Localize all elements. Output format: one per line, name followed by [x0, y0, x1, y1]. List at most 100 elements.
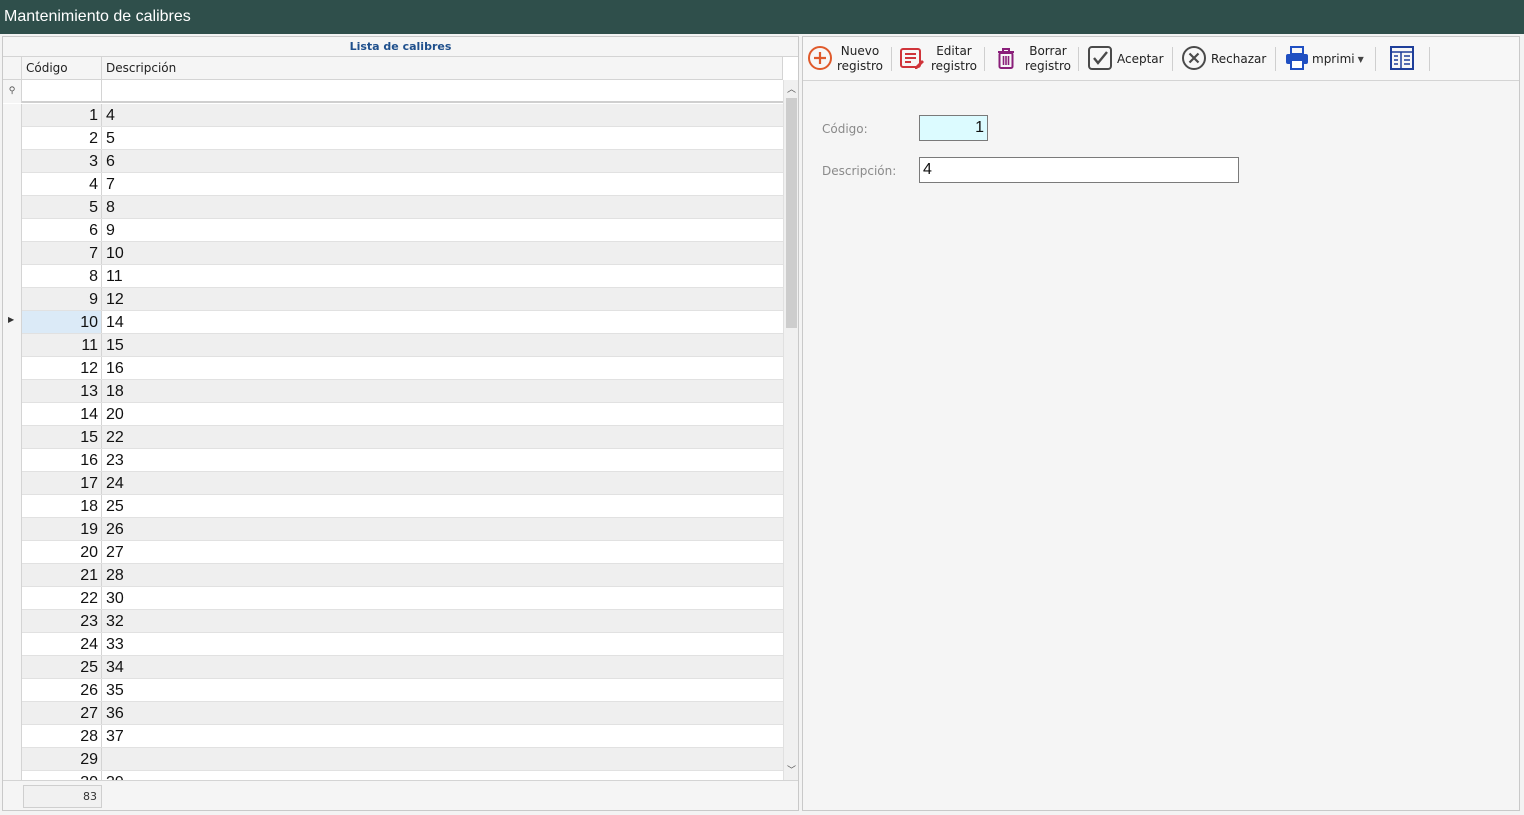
- cell-description[interactable]: 12: [106, 288, 124, 311]
- edit-record-button[interactable]: Editar registro: [899, 41, 979, 77]
- cell-code[interactable]: 9: [22, 288, 102, 310]
- table-row[interactable]: 26 35: [22, 679, 783, 702]
- cell-description[interactable]: 36: [106, 702, 124, 725]
- filter-cell-code[interactable]: [22, 80, 102, 103]
- cell-description[interactable]: 27: [106, 541, 124, 564]
- table-row[interactable]: 11 15: [22, 334, 783, 357]
- table-row[interactable]: 47: [22, 173, 783, 196]
- cell-description[interactable]: 37: [106, 725, 124, 748]
- cell-code[interactable]: 18: [22, 495, 102, 517]
- cell-code[interactable]: 14: [22, 403, 102, 425]
- cell-description[interactable]: 7: [106, 173, 115, 196]
- table-row[interactable]: 36: [22, 150, 783, 173]
- cell-description[interactable]: 11: [106, 265, 123, 288]
- cell-description[interactable]: 35: [106, 679, 124, 702]
- cell-code[interactable]: 28: [22, 725, 102, 747]
- cell-code[interactable]: 5: [22, 196, 102, 218]
- table-row[interactable]: 58: [22, 196, 783, 219]
- delete-record-button[interactable]: Borrar registro: [993, 41, 1073, 77]
- table-row[interactable]: 27 36: [22, 702, 783, 725]
- scroll-down-icon[interactable]: ﹀: [784, 764, 798, 779]
- table-row[interactable]: 19 26: [22, 518, 783, 541]
- table-row[interactable]: 7 10: [22, 242, 783, 265]
- cell-code[interactable]: 16: [22, 449, 102, 471]
- cell-description[interactable]: 16: [106, 357, 124, 380]
- cell-description[interactable]: 4: [106, 104, 115, 127]
- table-row[interactable]: 22 30: [22, 587, 783, 610]
- filter-cell-description[interactable]: [102, 80, 783, 103]
- reject-button[interactable]: Rechazar: [1181, 41, 1271, 77]
- table-row[interactable]: 10 14: [22, 311, 783, 334]
- cell-code[interactable]: 27: [22, 702, 102, 724]
- scroll-up-icon[interactable]: ︿: [784, 83, 798, 98]
- cell-code[interactable]: 30: [22, 771, 102, 780]
- cell-code[interactable]: 1: [22, 104, 102, 126]
- cell-code[interactable]: 26: [22, 679, 102, 701]
- cell-description[interactable]: 8: [106, 196, 115, 219]
- cell-description[interactable]: 33: [106, 633, 124, 656]
- column-header-code[interactable]: Código: [22, 57, 102, 80]
- table-row[interactable]: 30 39: [22, 771, 783, 780]
- table-row[interactable]: 25 34: [22, 656, 783, 679]
- cell-code[interactable]: 7: [22, 242, 102, 264]
- cell-description[interactable]: 30: [106, 587, 124, 610]
- description-field[interactable]: 4: [919, 157, 1239, 183]
- cell-code[interactable]: 24: [22, 633, 102, 655]
- cell-code[interactable]: 25: [22, 656, 102, 678]
- table-row[interactable]: 18 25: [22, 495, 783, 518]
- cell-code[interactable]: 22: [22, 587, 102, 609]
- cell-description[interactable]: 25: [106, 495, 124, 518]
- column-header-description[interactable]: Descripción: [102, 57, 783, 80]
- cell-description[interactable]: 28: [106, 564, 124, 587]
- cell-code[interactable]: 13: [22, 380, 102, 402]
- cell-description[interactable]: 39: [106, 771, 124, 780]
- new-record-button[interactable]: Nuevo registro: [807, 41, 887, 77]
- table-row[interactable]: 12 16: [22, 357, 783, 380]
- cell-code[interactable]: 19: [22, 518, 102, 540]
- table-row[interactable]: 13 18: [22, 380, 783, 403]
- cell-code[interactable]: 8: [22, 265, 102, 287]
- table-row[interactable]: 15 22: [22, 426, 783, 449]
- filter-pin-icon[interactable]: ⚲: [3, 80, 22, 103]
- cell-code[interactable]: 2: [22, 127, 102, 149]
- cell-description[interactable]: 32: [106, 610, 124, 633]
- cell-code[interactable]: 15: [22, 426, 102, 448]
- table-row[interactable]: 9 12: [22, 288, 783, 311]
- cell-description[interactable]: 9: [106, 219, 115, 242]
- scrollbar-thumb[interactable]: [786, 98, 797, 328]
- accept-button[interactable]: Aceptar: [1087, 41, 1167, 77]
- cell-code[interactable]: 20: [22, 541, 102, 563]
- cell-code[interactable]: 23: [22, 610, 102, 632]
- table-row[interactable]: 21 28: [22, 564, 783, 587]
- vertical-scrollbar[interactable]: ︿ ﹀: [783, 80, 798, 780]
- cell-code[interactable]: 3: [22, 150, 102, 172]
- table-row[interactable]: 14: [22, 104, 783, 127]
- layout-button[interactable]: [1389, 41, 1419, 77]
- table-row[interactable]: 28 37: [22, 725, 783, 748]
- code-field[interactable]: 1: [919, 115, 988, 141]
- cell-code[interactable]: 11: [22, 334, 102, 356]
- cell-code[interactable]: 17: [22, 472, 102, 494]
- cell-description[interactable]: 15: [106, 334, 124, 357]
- cell-description[interactable]: 6: [106, 150, 115, 173]
- cell-description[interactable]: 5: [106, 127, 115, 150]
- cell-description[interactable]: 26: [106, 518, 124, 541]
- cell-description[interactable]: 34: [106, 656, 124, 679]
- table-row[interactable]: 25: [22, 127, 783, 150]
- cell-code[interactable]: 6: [22, 219, 102, 241]
- table-row[interactable]: 14 20: [22, 403, 783, 426]
- table-row[interactable]: 24 33: [22, 633, 783, 656]
- print-button[interactable]: mprimi ▼: [1284, 41, 1370, 77]
- table-row[interactable]: 8 11: [22, 265, 783, 288]
- print-dropdown-chevron-icon[interactable]: ▼: [1358, 55, 1364, 64]
- cell-description[interactable]: 22: [106, 426, 124, 449]
- cell-description[interactable]: 24: [106, 472, 124, 495]
- table-row[interactable]: 17 24: [22, 472, 783, 495]
- table-row[interactable]: 69: [22, 219, 783, 242]
- cell-description[interactable]: 10: [106, 242, 124, 265]
- cell-description[interactable]: 14: [106, 311, 124, 334]
- cell-code[interactable]: 29: [22, 748, 102, 770]
- table-row[interactable]: 16 23: [22, 449, 783, 472]
- cell-description[interactable]: 18: [106, 380, 124, 403]
- cell-code[interactable]: 21: [22, 564, 102, 586]
